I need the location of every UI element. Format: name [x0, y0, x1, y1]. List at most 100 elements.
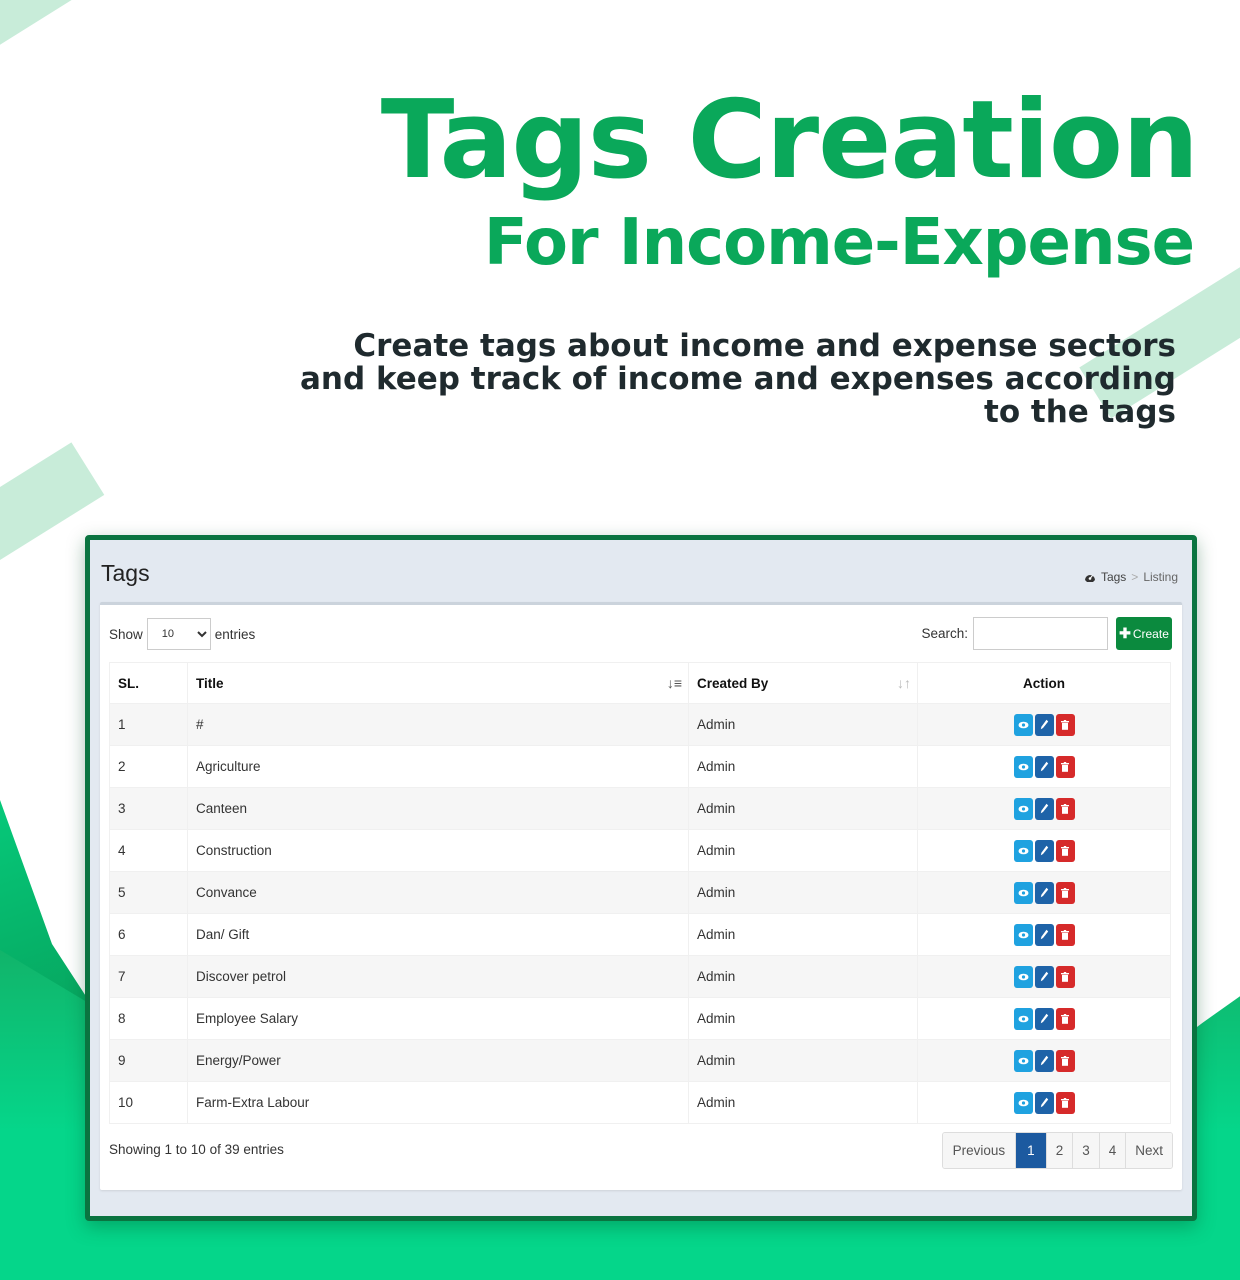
eye-icon — [1018, 805, 1029, 813]
cell-action — [917, 871, 1171, 914]
trash-icon — [1061, 1055, 1069, 1066]
row-actions — [1013, 713, 1075, 736]
view-button[interactable] — [1013, 713, 1033, 736]
edit-button[interactable] — [1034, 965, 1054, 988]
trash-icon — [1061, 1013, 1069, 1024]
edit-button[interactable] — [1034, 839, 1054, 862]
delete-button[interactable] — [1055, 755, 1075, 778]
pencil-icon — [1040, 1055, 1049, 1066]
row-actions — [1013, 839, 1075, 862]
cell-created-by: Admin — [688, 787, 918, 830]
table-row: 2 Agriculture Admin — [109, 745, 1171, 788]
delete-button[interactable] — [1055, 839, 1075, 862]
row-actions — [1013, 797, 1075, 820]
search-control: Search: — [921, 617, 1108, 650]
table-info: Showing 1 to 10 of 39 entries — [109, 1142, 284, 1157]
pagination-page-1[interactable]: 1 — [1015, 1133, 1046, 1168]
pagination-previous[interactable]: Previous — [942, 1133, 1016, 1168]
cell-action — [917, 913, 1171, 956]
table-row: 8 Employee Salary Admin — [109, 997, 1171, 1040]
view-button[interactable] — [1013, 797, 1033, 820]
edit-button[interactable] — [1034, 755, 1054, 778]
entries-label: entries — [214, 626, 256, 642]
pagination-page-2[interactable]: 2 — [1045, 1133, 1073, 1168]
table-row: 1 # Admin — [109, 703, 1171, 746]
delete-button[interactable] — [1055, 1091, 1075, 1114]
eye-icon — [1018, 1099, 1029, 1107]
pencil-icon — [1040, 929, 1049, 940]
table-row: 10 Farm-Extra Labour Admin — [109, 1081, 1171, 1124]
row-actions — [1013, 755, 1075, 778]
cell-action — [917, 1039, 1171, 1082]
cell-sl: 10 — [109, 1081, 188, 1124]
cell-title: Canteen — [187, 787, 689, 830]
edit-button[interactable] — [1034, 881, 1054, 904]
delete-button[interactable] — [1055, 1049, 1075, 1072]
create-button[interactable]: ✚ Create — [1116, 617, 1172, 650]
pencil-icon — [1040, 761, 1049, 772]
cell-sl: 2 — [109, 745, 188, 788]
pagination-next[interactable]: Next — [1125, 1133, 1172, 1168]
cell-action — [917, 955, 1171, 998]
cell-sl: 1 — [109, 703, 188, 746]
pagination-page-3[interactable]: 3 — [1072, 1133, 1099, 1168]
cell-title: Convance — [187, 871, 689, 914]
row-actions — [1013, 1049, 1075, 1072]
pencil-icon — [1040, 719, 1049, 730]
cell-created-by: Admin — [688, 703, 918, 746]
table-row: 4 Construction Admin — [109, 829, 1171, 872]
view-button[interactable] — [1013, 755, 1033, 778]
hero-description: Create tags about income and expense sec… — [300, 328, 1176, 430]
pencil-icon — [1040, 1097, 1049, 1108]
view-button[interactable] — [1013, 1007, 1033, 1030]
view-button[interactable] — [1013, 1091, 1033, 1114]
trash-icon — [1061, 929, 1069, 940]
cell-sl: 8 — [109, 997, 188, 1040]
decor-stripe-top-left — [0, 0, 78, 55]
delete-button[interactable] — [1055, 881, 1075, 904]
delete-button[interactable] — [1055, 797, 1075, 820]
edit-button[interactable] — [1034, 1007, 1054, 1030]
view-button[interactable] — [1013, 839, 1033, 862]
sort-both-icon[interactable]: ↓↑ — [897, 675, 911, 691]
column-header-sl[interactable]: SL. — [109, 662, 188, 704]
hero-subtitle: For Income-Expense — [483, 206, 1195, 280]
tags-table: SL. Title ↓≡ Created By ↓↑ Action 1 # Admi… — [109, 662, 1171, 1124]
eye-icon — [1018, 1015, 1029, 1023]
cell-title: Dan/ Gift — [187, 913, 689, 956]
row-actions — [1013, 965, 1075, 988]
tags-card: Show 10 entries Search: ✚ Create SL. Tit… — [100, 602, 1182, 1190]
column-header-title-label: Title — [196, 675, 224, 691]
entries-select[interactable]: 10 — [146, 618, 211, 650]
edit-button[interactable] — [1034, 713, 1054, 736]
edit-button[interactable] — [1034, 923, 1054, 946]
view-button[interactable] — [1013, 881, 1033, 904]
column-header-created-by[interactable]: Created By ↓↑ — [688, 662, 918, 704]
cell-created-by: Admin — [688, 1081, 918, 1124]
page-title: Tags — [101, 560, 150, 586]
pagination-page-4[interactable]: 4 — [1098, 1133, 1126, 1168]
edit-button[interactable] — [1034, 1049, 1054, 1072]
pencil-icon — [1040, 845, 1049, 856]
row-actions — [1013, 1091, 1075, 1114]
view-button[interactable] — [1013, 965, 1033, 988]
hero-title: Tags Creation — [380, 78, 1199, 203]
view-button[interactable] — [1013, 1049, 1033, 1072]
table-row: 9 Energy/Power Admin — [109, 1039, 1171, 1082]
delete-button[interactable] — [1055, 965, 1075, 988]
cell-title: # — [187, 703, 689, 746]
cell-action — [917, 829, 1171, 872]
edit-button[interactable] — [1034, 797, 1054, 820]
view-button[interactable] — [1013, 923, 1033, 946]
cell-title: Energy/Power — [187, 1039, 689, 1082]
delete-button[interactable] — [1055, 713, 1075, 736]
sort-ascending-icon[interactable]: ↓≡ — [667, 675, 682, 691]
edit-button[interactable] — [1034, 1091, 1054, 1114]
search-input[interactable] — [973, 617, 1108, 650]
delete-button[interactable] — [1055, 1007, 1075, 1030]
column-header-title[interactable]: Title ↓≡ — [187, 662, 689, 704]
breadcrumb-item-tags[interactable]: Tags — [1101, 570, 1126, 584]
eye-icon — [1018, 931, 1029, 939]
cell-created-by: Admin — [688, 913, 918, 956]
delete-button[interactable] — [1055, 923, 1075, 946]
